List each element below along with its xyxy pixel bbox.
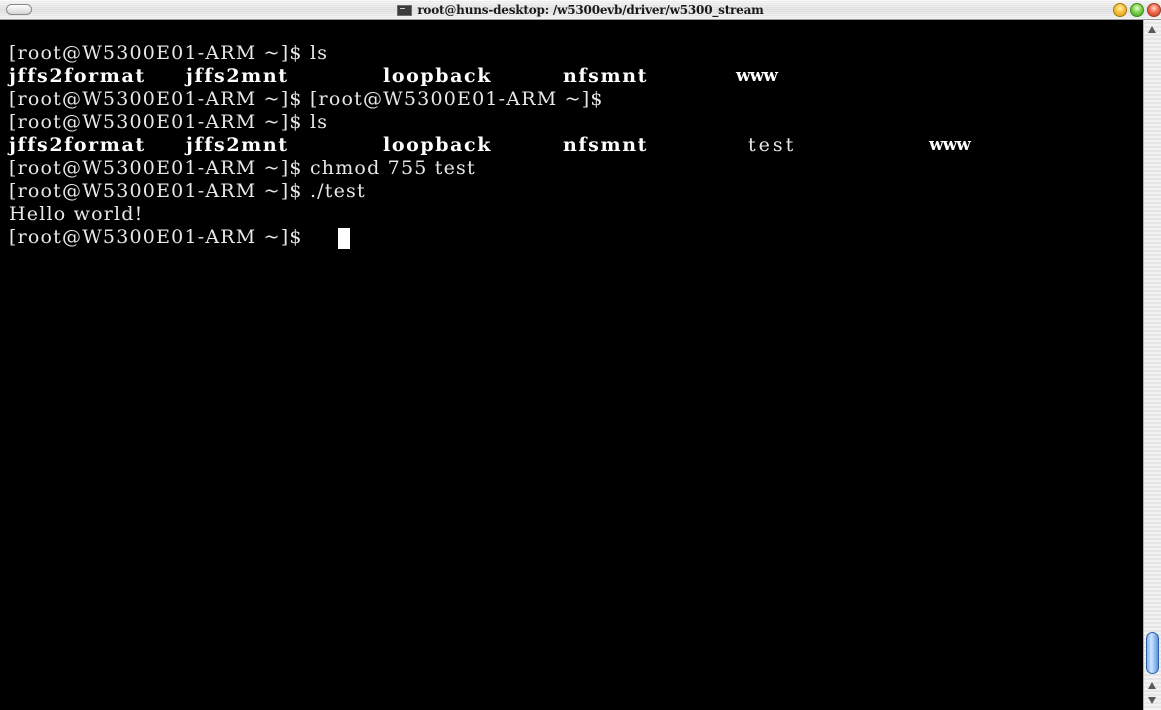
terminal-prompt: [root@W5300E01-ARM ~]$ xyxy=(9,226,303,248)
terminal-line: [root@W5300E01-ARM ~]$ ls xyxy=(9,111,1139,134)
ls-entry: jffs2mnt xyxy=(186,134,289,156)
terminal-text: [root@W5300E01-ARM ~]$ ls xyxy=(9,42,329,64)
terminal-text: [root@W5300E01-ARM ~]$ ls xyxy=(9,111,329,133)
ls-entry: test xyxy=(748,134,797,156)
terminal-icon xyxy=(397,4,413,16)
zoom-button[interactable] xyxy=(1130,3,1144,17)
terminal-line: jffs2format jffs2mnt loopback nfsmnt www xyxy=(9,65,1139,88)
scroll-down-arrow-icon[interactable] xyxy=(1148,697,1156,704)
ls-entry: jffs2format xyxy=(9,65,146,87)
scroll-up-arrow-icon[interactable] xyxy=(1148,682,1156,689)
terminal-text: [root@W5300E01-ARM ~]$ chmod 755 test xyxy=(9,157,476,179)
terminal-line: jffs2format jffs2mnt loopback nfsmnt tes… xyxy=(9,134,1139,157)
close-button[interactable] xyxy=(1147,3,1161,17)
ls-entry: www xyxy=(736,66,778,86)
scroll-thumb[interactable] xyxy=(1146,632,1159,674)
vertical-scrollbar[interactable] xyxy=(1143,20,1161,710)
ls-entry: jffs2format xyxy=(9,134,146,156)
terminal-line: [root@W5300E01-ARM ~]$ xyxy=(9,226,1139,249)
scroll-up-arrow-icon[interactable] xyxy=(1148,26,1156,33)
terminal-text: [root@W5300E01-ARM ~]$ ./test xyxy=(9,180,366,202)
window-title: root@huns-desktop: /w5300evb/driver/w530… xyxy=(417,3,764,17)
text-cursor xyxy=(338,228,350,249)
terminal-line: [root@W5300E01-ARM ~]$ chmod 755 test xyxy=(9,157,1139,180)
title-bar[interactable]: root@huns-desktop: /w5300evb/driver/w530… xyxy=(0,0,1161,20)
terminal-lines: [root@W5300E01-ARM ~]$ ls jffs2format jf… xyxy=(9,42,1139,249)
terminal-text: Hello world! xyxy=(9,203,144,225)
terminal-line: [root@W5300E01-ARM ~]$ [root@W5300E01-AR… xyxy=(9,88,1139,111)
ls-entry: www xyxy=(929,135,971,155)
ls-entry: loopback xyxy=(383,65,492,87)
toolbar-toggle-icon[interactable] xyxy=(6,4,32,15)
ls-entry: jffs2mnt xyxy=(186,65,289,87)
ls-entry: nfsmnt xyxy=(563,65,648,87)
minimize-button[interactable] xyxy=(1113,3,1127,17)
terminal-output[interactable]: [root@W5300E01-ARM ~]$ ls jffs2format jf… xyxy=(0,20,1143,710)
ls-entry: nfsmnt xyxy=(563,134,648,156)
terminal-line: Hello world! xyxy=(9,203,1139,226)
terminal-line: [root@W5300E01-ARM ~]$ ./test xyxy=(9,180,1139,203)
terminal-line: [root@W5300E01-ARM ~]$ ls xyxy=(9,42,1139,65)
terminal-text: [root@W5300E01-ARM ~]$ [root@W5300E01-AR… xyxy=(9,88,604,110)
terminal-window: root@huns-desktop: /w5300evb/driver/w530… xyxy=(0,0,1161,710)
ls-entry: loopback xyxy=(383,134,492,156)
title-container: root@huns-desktop: /w5300evb/driver/w530… xyxy=(0,0,1161,20)
